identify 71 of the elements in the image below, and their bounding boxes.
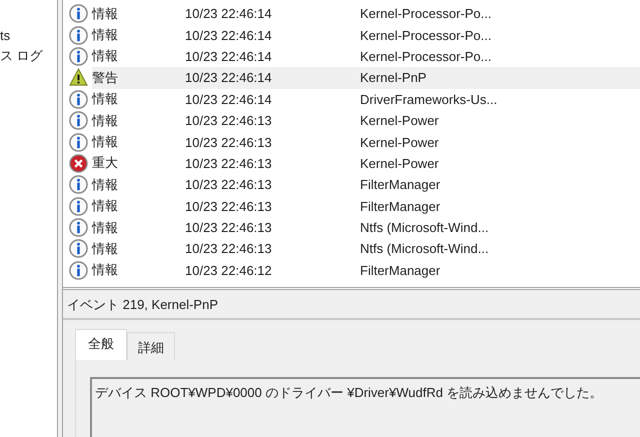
event-row[interactable]: 情報 10/23 22:46:13 FilterManager (92, 196, 640, 217)
source-cell: Kernel-Power (360, 156, 439, 171)
source-cell: FilterManager (360, 177, 440, 192)
nav-item[interactable]: ス ログ (0, 49, 57, 63)
event-row[interactable]: 重大 10/23 22:46:13 Kernel-Power (92, 152, 640, 174)
level-cell-text: 情報 (92, 47, 119, 66)
event-row[interactable]: 警告 10/23 22:46:14 Kernel-PnP (92, 67, 640, 89)
info-icon (69, 196, 88, 216)
info-icon (69, 26, 88, 45)
info-icon (69, 132, 88, 152)
event-row[interactable]: 情報 10/23 22:46:13 FilterManager (92, 174, 640, 196)
source-cell: Kernel-Processor-Po... (360, 28, 492, 43)
date-cell-text: 10/23 22:46:12 (185, 262, 273, 278)
source-cell: Kernel-Power (360, 113, 439, 128)
level-cell-text: 情報 (92, 90, 119, 108)
tab[interactable]: 全般 (75, 329, 127, 360)
level-cell-text: 情報 (92, 133, 119, 152)
event-row[interactable]: 情報 10/23 22:46:12 FilterManager (92, 260, 640, 282)
date-cell-text: 10/23 22:46:13 (185, 177, 273, 192)
info-icon (69, 175, 88, 194)
date-cell-text: 10/23 22:46:13 (185, 220, 273, 236)
source-cell: FilterManager (360, 262, 440, 278)
date-cell-text: 10/23 22:46:13 (185, 241, 273, 256)
level-cell-text: 情報 (92, 26, 119, 44)
level-cell-text: 情報 (92, 112, 119, 130)
level-cell-text: 情報 (92, 4, 119, 23)
tab[interactable]: 詳細 (127, 332, 175, 360)
nav-item[interactable]: ts (0, 29, 57, 43)
event-message: デバイス ROOT¥WPD¥0000 のドライバー ¥Driver¥WudfRd を読み込めませんでした。 (90, 377, 640, 437)
source-cell: Kernel-Processor-Po... (360, 48, 492, 64)
info-icon (69, 218, 88, 238)
event-row[interactable]: 情報 10/23 22:46:13 Ntfs (Microsoft-Wind... (92, 216, 640, 238)
level-cell-text: 情報 (92, 218, 119, 237)
date-cell-text: 10/23 22:46:14 (185, 48, 273, 64)
details-title: イベント 219, Kernel-PnP (63, 290, 640, 320)
level-cell-text: 情報 (92, 261, 119, 280)
date-cell-text: 10/23 22:46:13 (185, 134, 273, 150)
warning-icon (69, 68, 88, 88)
date-cell-text: 10/23 22:46:13 (185, 113, 273, 128)
source-cell: Kernel-Processor-Po... (360, 6, 492, 22)
level-cell-text: 情報 (92, 240, 119, 258)
source-cell: FilterManager (360, 198, 440, 214)
source-cell: Kernel-Power (360, 134, 439, 150)
info-icon (69, 46, 88, 66)
event-row[interactable]: 情報 10/23 22:46:13 Kernel-Power (92, 110, 640, 132)
source-cell: DriverFrameworks-Us... (360, 92, 498, 107)
date-cell-text: 10/23 22:46:13 (185, 198, 273, 214)
date-cell-text: 10/23 22:46:14 (185, 92, 273, 107)
date-cell-text: 10/23 22:46:14 (185, 70, 273, 86)
date-cell-text: 10/23 22:46:14 (185, 6, 273, 22)
source-cell: Ntfs (Microsoft-Wind... (360, 241, 489, 256)
level-cell-text: 警告 (92, 68, 119, 87)
level-cell-text: 情報 (92, 176, 119, 194)
source-cell: Ntfs (Microsoft-Wind... (360, 220, 489, 236)
level-cell-text: 重大 (92, 154, 119, 172)
level-cell-text: 情報 (92, 197, 119, 216)
source-cell: Kernel-PnP (360, 70, 426, 86)
date-cell-text: 10/23 22:46:14 (185, 28, 273, 43)
info-icon (69, 111, 88, 130)
event-row[interactable]: 情報 10/23 22:46:14 Kernel-Processor-Po... (92, 24, 640, 46)
info-icon (69, 260, 88, 280)
event-row[interactable]: 情報 10/23 22:46:14 Kernel-Processor-Po... (92, 46, 640, 68)
event-row[interactable]: 情報 10/23 22:46:14 Kernel-Processor-Po... (92, 3, 640, 24)
info-icon (69, 90, 88, 109)
info-icon (69, 4, 88, 24)
date-cell-text: 10/23 22:46:13 (185, 156, 273, 171)
event-row[interactable]: 情報 10/23 22:46:13 Ntfs (Microsoft-Wind... (92, 238, 640, 260)
info-icon (69, 239, 88, 258)
event-row[interactable]: 情報 10/23 22:46:14 DriverFrameworks-Us... (92, 88, 640, 110)
error-icon (69, 154, 88, 173)
event-row[interactable]: 情報 10/23 22:46:13 Kernel-Power (92, 131, 640, 153)
